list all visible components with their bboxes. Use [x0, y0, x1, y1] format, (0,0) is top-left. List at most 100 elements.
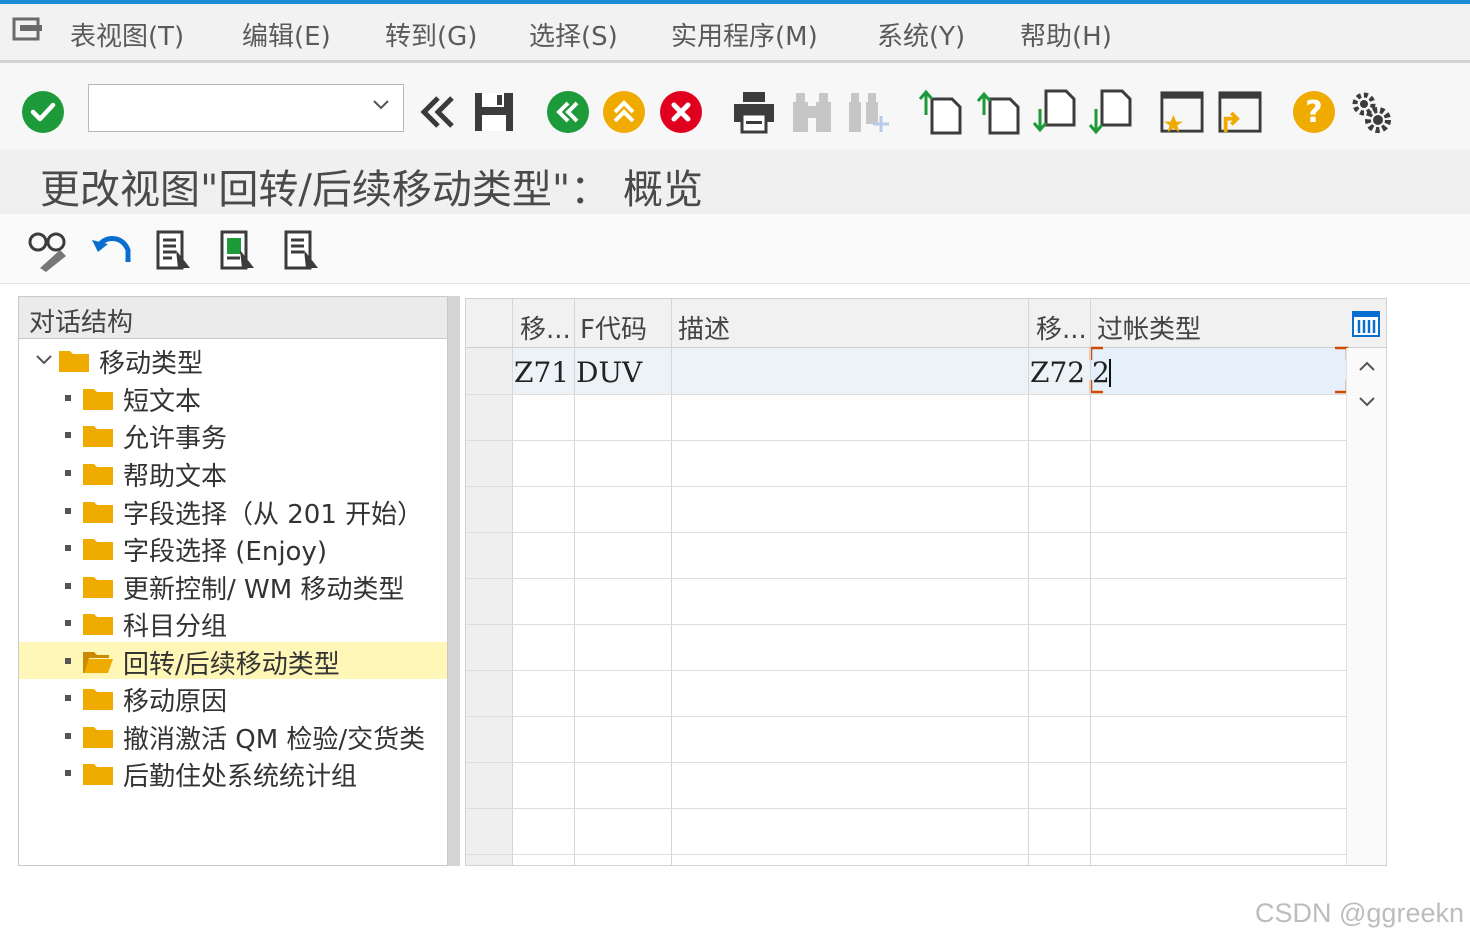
cell-function-code[interactable]: DUV	[576, 356, 642, 389]
standard-toolbar: ?	[0, 63, 1470, 149]
row-selector-column[interactable]	[466, 348, 512, 865]
last-page-button[interactable]	[1088, 89, 1132, 135]
dialog-structure-panel: 对话结构 移动类型 短文本 允许事务 帮助文本 字段选择（从 201 开始） 字…	[18, 296, 448, 866]
select-block-icon[interactable]	[218, 228, 262, 272]
row-divider	[466, 532, 1346, 533]
shortcut-button[interactable]	[1218, 89, 1262, 135]
tree-root-item[interactable]: 移动类型	[19, 341, 447, 379]
panel-splitter[interactable]	[448, 296, 460, 866]
row-divider	[466, 854, 1346, 855]
help-button[interactable]: ?	[1292, 89, 1336, 135]
menu-system[interactable]: 系统(Y)	[877, 16, 965, 53]
menu-goto[interactable]: 转到(G)	[385, 16, 477, 53]
command-field[interactable]	[88, 84, 404, 132]
tree-item[interactable]: 字段选择 (Enjoy)	[19, 529, 447, 567]
enter-button[interactable]	[21, 89, 65, 135]
column-header[interactable]: 过帐类型	[1097, 309, 1201, 346]
tree-item-label: 撤消激活 QM 检验/交货类	[123, 725, 426, 754]
folder-icon	[83, 426, 113, 447]
tree-item-label: 回转/后续移动类型	[123, 650, 340, 680]
tree-item-label: 移动原因	[123, 687, 228, 717]
cell-posting-type[interactable]: 2	[1092, 356, 1110, 389]
collapse-button[interactable]	[416, 89, 460, 135]
menu-selection[interactable]: 选择(S)	[529, 16, 618, 53]
bullet-icon	[65, 545, 71, 551]
tree-item[interactable]: 科目分组	[19, 604, 447, 642]
settings-icon	[1352, 92, 1391, 133]
row-divider	[466, 762, 1346, 763]
tree-item[interactable]: 后勤住处系统统计组	[19, 754, 447, 792]
menu-utilities[interactable]: 实用程序(M)	[671, 16, 818, 53]
tree-item[interactable]: 移动原因	[19, 679, 447, 717]
folder-icon	[83, 614, 113, 635]
menu-edit[interactable]: 编辑(E)	[242, 16, 331, 53]
save-button[interactable]	[472, 89, 516, 135]
find-button[interactable]	[790, 89, 834, 135]
chevron-down-icon[interactable]	[1357, 394, 1377, 410]
menu-bar: 表视图(T) 编辑(E) 转到(G) 选择(S) 实用程序(M) 系统(Y) 帮…	[0, 4, 1470, 60]
column-divider	[1028, 299, 1029, 865]
vertical-scrollbar[interactable]	[1346, 348, 1386, 865]
tree-item-label: 帮助文本	[123, 462, 228, 492]
display-change-icon[interactable]	[26, 228, 70, 272]
exit-button[interactable]	[602, 89, 646, 135]
first-page-button[interactable]	[918, 89, 962, 135]
bullet-icon	[65, 583, 71, 589]
chevron-up-icon[interactable]	[1357, 358, 1377, 374]
exit-icon	[603, 91, 645, 133]
next-page-button[interactable]	[1032, 89, 1076, 135]
previous-page-button[interactable]	[976, 89, 1020, 135]
undo-icon[interactable]	[90, 228, 134, 272]
menu-table-view[interactable]: 表视图(T)	[70, 16, 184, 53]
column-settings-icon[interactable]	[1352, 311, 1380, 337]
chevron-down-icon[interactable]	[35, 351, 53, 369]
row-divider	[466, 394, 1346, 395]
menu-icon[interactable]	[12, 16, 44, 44]
cell-following-movement-type[interactable]: Z72	[1030, 356, 1085, 389]
column-header[interactable]: 移...	[1036, 309, 1087, 346]
folder-icon	[83, 389, 113, 410]
tree-header-label: 对话结构	[29, 308, 134, 338]
last-page-icon	[1088, 89, 1132, 135]
tree-item[interactable]: 字段选择（从 201 开始）	[19, 492, 447, 530]
menu-help[interactable]: 帮助(H)	[1020, 16, 1112, 53]
tree-item[interactable]: 更新控制/ WM 移动类型	[19, 567, 447, 605]
find-icon	[793, 93, 831, 132]
folder-icon	[59, 351, 89, 372]
column-divider	[671, 299, 672, 865]
print-button[interactable]	[732, 89, 776, 135]
deselect-all-icon[interactable]	[282, 228, 326, 272]
folder-icon	[83, 539, 113, 560]
bullet-icon	[65, 395, 71, 401]
column-divider	[1090, 299, 1091, 865]
cell-movement-type[interactable]: Z71	[514, 356, 569, 389]
tree-item[interactable]: 帮助文本	[19, 454, 447, 492]
save-icon	[475, 93, 513, 131]
column-header[interactable]: F代码	[580, 309, 647, 346]
column-header[interactable]: 移...	[520, 309, 571, 346]
tree-item-label: 更新控制/ WM 移动类型	[123, 575, 405, 605]
row-divider	[466, 440, 1346, 441]
back-icon	[547, 91, 589, 133]
previous-page-icon	[976, 91, 1020, 135]
settings-button[interactable]	[1348, 89, 1392, 135]
back-button[interactable]	[546, 89, 590, 135]
tree-item[interactable]: 撤消激活 QM 检验/交货类	[19, 717, 447, 754]
column-header[interactable]: 描述	[678, 309, 730, 346]
text-cursor	[1109, 359, 1111, 387]
select-all-icon[interactable]	[154, 228, 198, 272]
find-next-button[interactable]	[846, 89, 890, 135]
posting-type-input[interactable]	[1089, 346, 1349, 394]
create-session-button[interactable]	[1160, 89, 1204, 135]
row-divider	[466, 486, 1346, 487]
folder-icon	[83, 577, 113, 598]
bullet-icon	[65, 658, 71, 664]
cancel-button[interactable]	[659, 89, 703, 135]
tree-item[interactable]: 允许事务	[19, 416, 447, 454]
tree-item-selected[interactable]: 回转/后续移动类型	[19, 642, 447, 680]
folder-icon	[83, 464, 113, 485]
tree-item-label: 字段选择（从 201 开始）	[123, 500, 424, 530]
tree-item[interactable]: 短文本	[19, 379, 447, 417]
chevron-down-icon[interactable]	[371, 95, 391, 115]
shortcut-icon	[1218, 91, 1262, 133]
